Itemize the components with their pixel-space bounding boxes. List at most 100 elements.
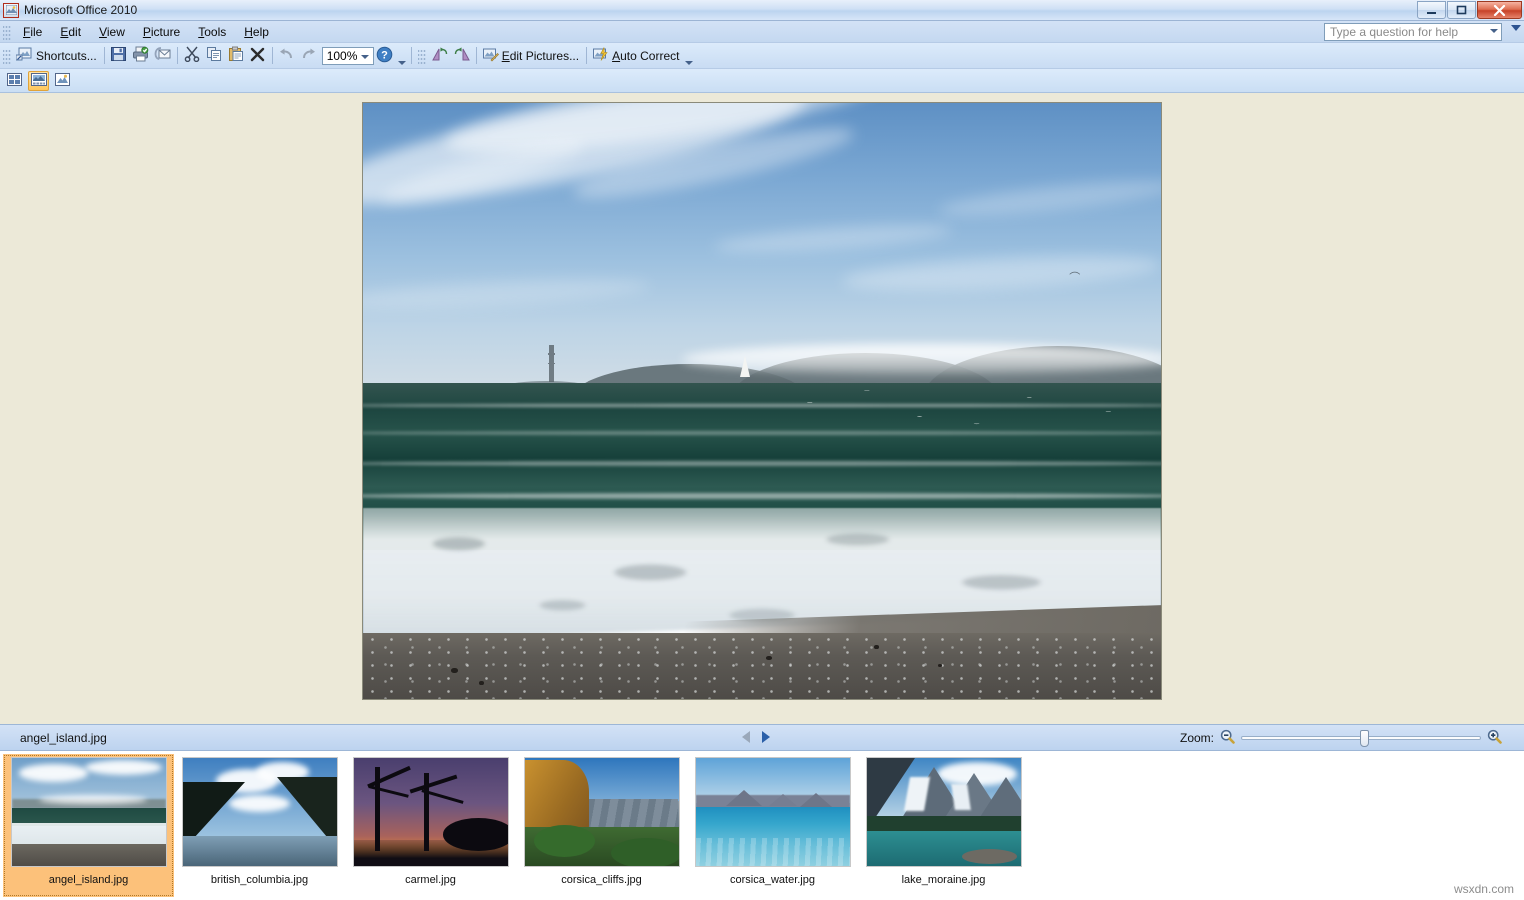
title-bar: Microsoft Office 2010 (0, 0, 1524, 21)
thumbnail-image (181, 757, 338, 867)
save-icon (110, 46, 127, 65)
menu-picture-label: icture (150, 24, 181, 39)
copy-button[interactable] (203, 45, 225, 67)
scissors-icon (184, 46, 200, 65)
thumbnail-image (352, 757, 509, 867)
picture-preview-canvas[interactable]: ⌒ (0, 93, 1524, 724)
standard-toolbar: Shortcuts... 100% ? Edit Pictures... Aut… (0, 43, 1524, 69)
zoom-slider-handle[interactable] (1360, 730, 1369, 747)
status-bar: angel_island.jpg Zoom: (0, 724, 1524, 750)
menu-help[interactable]: Help (235, 22, 278, 42)
menu-view[interactable]: View (90, 22, 134, 42)
shortcuts-button[interactable]: Shortcuts... (14, 45, 101, 67)
shortcuts-icon (15, 46, 33, 65)
filmstrip-thumbnail-list[interactable]: angel_island.jpg british_columbia.jpg ca… (0, 750, 1524, 900)
rotate-right-button[interactable] (451, 45, 473, 67)
bird-silhouette-icon: ⌒ (1069, 271, 1081, 284)
menu-edit-label: dit (68, 24, 82, 39)
zoom-out-magnifier-icon[interactable] (1220, 729, 1235, 747)
toolbar-separator (475, 47, 477, 64)
rotate-left-button[interactable] (429, 45, 451, 67)
thumbnail-label: corsica_water.jpg (730, 874, 815, 886)
help-search-input[interactable]: Type a question for help (1324, 23, 1502, 41)
window-controls (1417, 1, 1522, 19)
menu-grip-handle[interactable] (3, 23, 11, 40)
email-button[interactable] (152, 45, 174, 67)
list-item[interactable]: corsica_cliffs.jpg (516, 754, 687, 897)
previous-image-button[interactable] (742, 731, 750, 743)
thumbnail-image (694, 757, 851, 867)
auto-correct-button[interactable]: Auto Correct (590, 45, 683, 67)
email-attachment-icon (154, 46, 172, 65)
thumbnail-view-button[interactable] (4, 71, 25, 91)
photo-beach-sand (363, 633, 1161, 699)
print-button[interactable] (130, 45, 152, 67)
next-image-button[interactable] (762, 731, 770, 743)
toolbar-separator (586, 47, 588, 64)
toolbar-grip-handle[interactable] (3, 47, 11, 64)
preview-image[interactable]: ⌒ (362, 102, 1162, 700)
redo-button (298, 45, 320, 67)
zoom-level-combobox[interactable]: 100% (321, 46, 374, 65)
site-watermark: wsxdn.com (1453, 882, 1514, 896)
menu-file-label: ile (30, 24, 43, 39)
save-button[interactable] (108, 45, 130, 67)
copy-icon (206, 46, 222, 65)
list-item[interactable]: lake_moraine.jpg (858, 754, 1029, 897)
menu-overflow-chevron-icon[interactable] (1511, 25, 1521, 31)
toolbar-separator (271, 47, 273, 64)
single-picture-icon (55, 72, 70, 89)
edit-pictures-label: Edit Pictures... (501, 48, 580, 63)
delete-x-icon (250, 47, 265, 65)
undo-arrow-icon (278, 47, 295, 65)
auto-correct-label: Auto Correct (612, 48, 680, 63)
zoom-level-value: 100% (326, 48, 358, 63)
paste-button[interactable] (225, 45, 247, 67)
thumbnail-label: corsica_cliffs.jpg (561, 874, 642, 886)
help-search-placeholder: Type a question for help (1330, 25, 1459, 39)
thumbnail-label: lake_moraine.jpg (901, 874, 986, 886)
toolbar-separator (176, 47, 178, 64)
list-item[interactable]: carmel.jpg (345, 754, 516, 897)
filmstrip-icon (30, 72, 47, 89)
menu-tools-label: ools (204, 24, 227, 39)
toolbar-overflow-button[interactable] (396, 45, 408, 67)
thumbnail-label: angel_island.jpg (48, 874, 129, 886)
list-item[interactable]: corsica_water.jpg (687, 754, 858, 897)
rotate-left-icon (431, 46, 449, 65)
chevron-down-icon[interactable] (360, 54, 369, 59)
menu-help-label: elp (252, 24, 269, 39)
shortcuts-label: Shortcuts... (36, 48, 97, 63)
thumbnail-image (523, 757, 680, 867)
menu-tools[interactable]: Tools (189, 22, 235, 42)
maximize-button[interactable] (1447, 1, 1476, 19)
menu-picture[interactable]: Picture (134, 22, 189, 42)
zoom-in-magnifier-icon[interactable] (1487, 729, 1502, 747)
list-item[interactable]: british_columbia.jpg (174, 754, 345, 897)
toolbar-overflow-button[interactable] (683, 45, 695, 67)
chevron-down-icon[interactable] (1490, 29, 1498, 33)
close-button[interactable] (1477, 1, 1522, 19)
list-item[interactable]: angel_island.jpg (3, 754, 174, 897)
menu-file[interactable]: File (14, 22, 51, 42)
toolbar-grip-handle[interactable] (417, 47, 426, 64)
auto-correct-icon (592, 46, 609, 65)
edit-pictures-button[interactable]: Edit Pictures... (480, 45, 583, 67)
menu-edit[interactable]: Edit (51, 22, 90, 42)
picture-manager-window: Microsoft Office 2010 File Edit View Pic… (0, 0, 1524, 900)
zoom-slider[interactable] (1241, 730, 1481, 747)
help-button[interactable]: ? (374, 45, 396, 67)
delete-button[interactable] (247, 45, 269, 67)
toolbar-separator (103, 47, 105, 64)
image-navigation (742, 731, 770, 743)
filmstrip-view-button[interactable] (28, 70, 49, 91)
single-picture-view-button[interactable] (52, 71, 73, 91)
thumbnail-label: carmel.jpg (405, 874, 456, 886)
minimize-button[interactable] (1417, 1, 1446, 19)
print-icon (132, 46, 150, 65)
cut-button[interactable] (181, 45, 203, 67)
current-filename: angel_island.jpg (20, 730, 107, 745)
thumbnail-image (865, 757, 1022, 867)
toolbar-separator (410, 47, 412, 64)
menu-view-label: iew (106, 24, 125, 39)
